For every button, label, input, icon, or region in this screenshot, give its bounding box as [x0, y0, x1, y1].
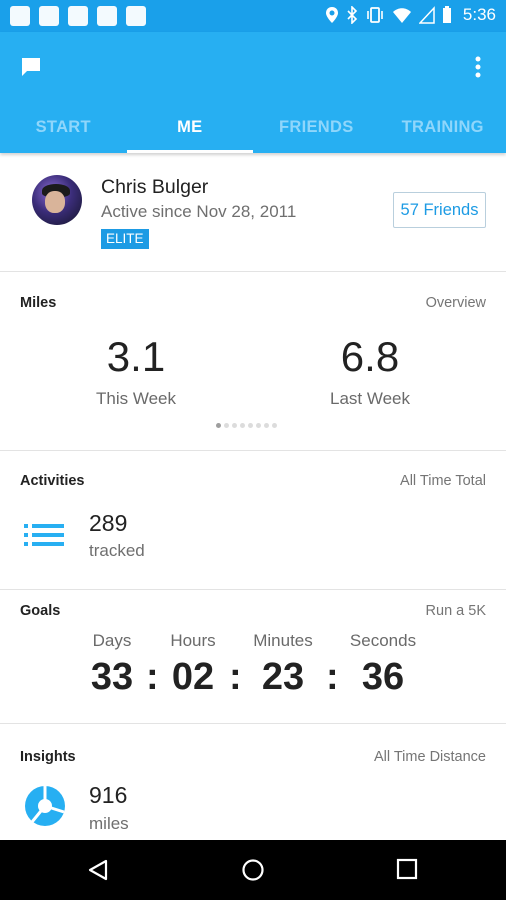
active-since: Active since Nov 28, 2011 — [101, 202, 297, 221]
mail-icon — [68, 6, 88, 26]
elite-badge: ELITE — [101, 229, 149, 249]
pie-chart-icon — [25, 786, 65, 826]
vibrate-icon — [367, 7, 383, 23]
page-dot — [224, 423, 229, 428]
avatar[interactable] — [32, 175, 82, 225]
profile-card: Chris Bulger Active since Nov 28, 2011 E… — [0, 153, 506, 271]
hours-value: 02 — [171, 656, 215, 698]
this-week-label: This Week — [96, 389, 176, 408]
list-icon — [24, 524, 64, 546]
bluetooth-icon — [347, 6, 358, 24]
android-icon — [97, 6, 117, 26]
image-notification-icon — [10, 6, 30, 26]
minutes-value: 23 — [261, 656, 305, 698]
page-indicator[interactable] — [216, 423, 277, 428]
friends-button[interactable]: 57 Friends — [393, 192, 486, 228]
status-bar: 5:36 — [0, 0, 506, 32]
page-dot — [248, 423, 253, 428]
miles-title: Miles — [20, 295, 57, 311]
cloud-upload-icon — [39, 6, 59, 26]
minutes-label: Minutes — [253, 631, 313, 650]
last-week-miles: 6.8 — [340, 333, 400, 380]
status-clock: 5:36 — [462, 5, 496, 24]
notification-icons — [10, 6, 146, 26]
tab-bar: START ME FRIENDS TRAINING — [0, 104, 506, 153]
activities-caption: tracked — [89, 541, 145, 560]
this-week-miles: 3.1 — [106, 333, 166, 380]
goals-title: Goals — [20, 603, 61, 619]
insights-value: 916 — [89, 782, 128, 808]
battery-icon — [442, 6, 451, 23]
days-value: 33 — [90, 656, 134, 698]
divider — [0, 723, 506, 724]
hours-label: Hours — [170, 631, 216, 650]
tab-me[interactable]: ME — [126, 104, 254, 153]
profile-name: Chris Bulger — [101, 176, 209, 198]
separator: : — [326, 656, 339, 698]
page-dot — [232, 423, 237, 428]
page-dot — [216, 423, 221, 428]
chat-icon[interactable] — [18, 54, 44, 80]
divider — [0, 589, 506, 590]
system-nav-bar — [0, 840, 506, 900]
seconds-label: Seconds — [349, 631, 417, 650]
page-dot — [240, 423, 245, 428]
all-time-distance-link[interactable]: All Time Distance — [374, 749, 486, 765]
app-bar: START ME FRIENDS TRAINING — [0, 32, 506, 153]
me-content: Chris Bulger Active since Nov 28, 2011 E… — [0, 153, 506, 840]
page-dot — [256, 423, 261, 428]
goal-name-link[interactable]: Run a 5K — [426, 603, 486, 619]
last-week-label: Last Week — [329, 389, 410, 408]
back-icon[interactable] — [86, 858, 110, 882]
system-icons: 5:36 — [325, 5, 496, 25]
activities-count: 289 — [89, 510, 128, 536]
divider — [0, 271, 506, 272]
insights-title: Insights — [20, 749, 76, 765]
insights-caption: miles — [89, 814, 129, 833]
activities-title: Activities — [20, 473, 85, 489]
checklist-icon — [126, 6, 146, 26]
all-time-total-link[interactable]: All Time Total — [400, 473, 486, 489]
page-dot — [264, 423, 269, 428]
recent-apps-icon[interactable] — [396, 858, 418, 880]
tab-start[interactable]: START — [0, 104, 127, 153]
days-label: Days — [92, 631, 132, 650]
signal-icon — [418, 6, 435, 24]
divider — [0, 450, 506, 451]
home-icon[interactable] — [241, 858, 265, 882]
page-dot — [272, 423, 277, 428]
tab-friends[interactable]: FRIENDS — [253, 104, 380, 153]
wifi-icon — [392, 8, 411, 23]
seconds-value: 36 — [361, 656, 405, 698]
tab-training[interactable]: TRAINING — [380, 104, 506, 153]
location-icon — [325, 7, 338, 23]
overview-link[interactable]: Overview — [426, 295, 486, 311]
overflow-menu-icon[interactable] — [468, 54, 488, 80]
